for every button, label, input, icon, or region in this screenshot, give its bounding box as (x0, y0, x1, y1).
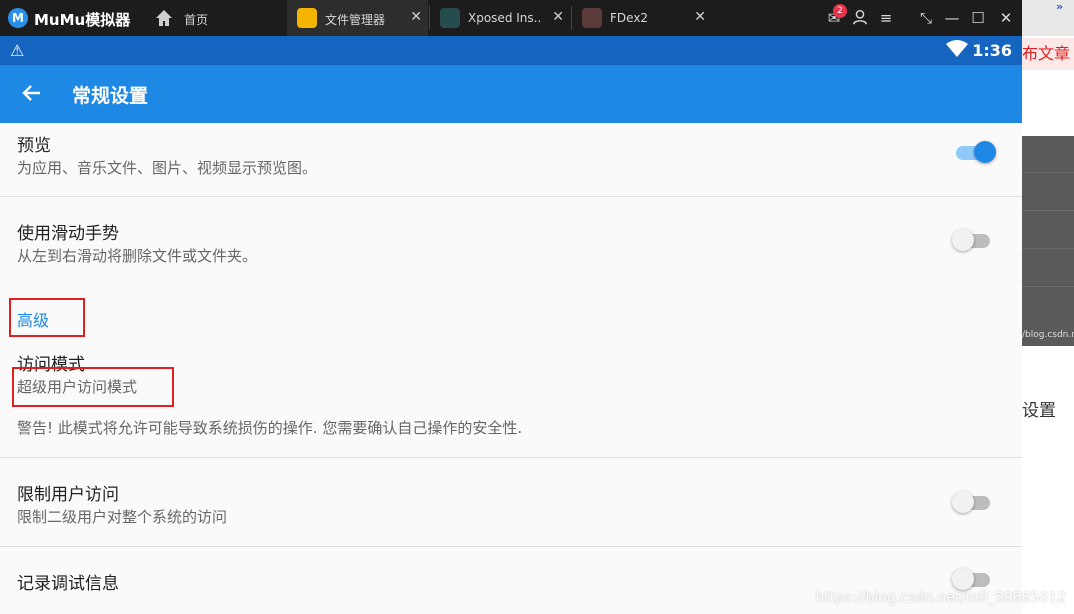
notification-badge: 2 (833, 4, 847, 18)
pref-title: 记录调试信息 (17, 574, 119, 594)
background-setting-text: 设置 (1022, 401, 1056, 421)
maximize-icon[interactable]: ☐ (968, 8, 988, 28)
shrink-icon[interactable]: ⤡ (916, 8, 936, 28)
tab-file-manager[interactable]: 文件管理器 ✕ (287, 0, 428, 36)
pref-title: 使用滑动手势 (17, 224, 119, 244)
publish-article-button[interactable]: 布文章 (1022, 38, 1074, 70)
settings-list: 预览 为应用、音乐文件、图片、视频显示预览图。 使用滑动手势 从左到右滑动将删除… (0, 123, 1022, 614)
xposed-icon (440, 8, 460, 28)
tab-label: 文件管理器 (325, 13, 386, 27)
back-arrow-icon[interactable] (20, 81, 44, 105)
chevron-double-icon[interactable]: » (1056, 0, 1063, 13)
mumu-logo-icon: M (8, 8, 28, 28)
pref-title: 限制用户访问 (17, 485, 119, 505)
android-status-bar: ⚠ 1:36 (0, 36, 1022, 65)
wifi-icon (946, 40, 968, 57)
background-window: » 布文章 /blog.csdn.ne 设置 (1022, 0, 1074, 614)
menu-icon[interactable]: ≡ (876, 8, 896, 28)
pref-subtitle: 从左到右滑动将删除文件或文件夹。 (17, 247, 258, 265)
highlight-box (9, 298, 85, 337)
access-mode-warning: 警告! 此模式将允许可能导致系统损伤的操作. 您需要确认自己操作的安全性. (17, 419, 523, 437)
pref-restrict-user-access[interactable]: 限制用户访问 限制二级用户对整个系统的访问 (0, 458, 1022, 546)
app-bar: 常规设置 (0, 65, 1022, 123)
close-tab-icon[interactable]: ✕ (410, 9, 422, 25)
background-image (1022, 136, 1074, 346)
background-url-text: /blog.csdn.ne (1022, 330, 1074, 340)
emulator-title-bar: M MuMu模拟器 首页 文件管理器 ✕ Xposed Ins.. ✕ FDex… (0, 0, 1022, 36)
swipe-toggle[interactable] (952, 227, 992, 253)
pref-title: 预览 (17, 136, 51, 156)
close-tab-icon[interactable]: ✕ (552, 9, 564, 25)
tab-label: 首页 (184, 13, 209, 27)
file-manager-icon (297, 8, 317, 28)
tab-fdex2[interactable]: FDex2 ✕ (572, 0, 712, 36)
pref-subtitle: 限制二级用户对整个系统的访问 (17, 508, 228, 526)
user-icon[interactable] (850, 8, 870, 28)
page-title: 常规设置 (72, 85, 149, 107)
restrict-access-toggle[interactable] (952, 489, 992, 515)
preview-toggle[interactable] (952, 139, 996, 165)
home-icon (156, 10, 172, 26)
warning-icon: ⚠ (10, 41, 25, 60)
close-icon[interactable]: ✕ (996, 8, 1016, 28)
pref-swipe-gesture[interactable]: 使用滑动手势 从左到右滑动将删除文件或文件夹。 (0, 197, 1022, 287)
tab-label: Xposed Ins.. (468, 11, 542, 25)
status-time: 1:36 (972, 41, 1012, 60)
emulator-brand: MuMu模拟器 (34, 11, 131, 29)
tab-home[interactable]: 首页 (146, 0, 286, 36)
background-map (1022, 0, 1074, 36)
minimize-icon[interactable]: — (942, 8, 962, 28)
watermark: https://blog.csdn.net/m0_50685012 (815, 590, 1066, 606)
highlight-box (12, 367, 174, 407)
tab-label: FDex2 (610, 11, 649, 25)
debug-log-toggle[interactable] (952, 566, 992, 592)
close-tab-icon[interactable]: ✕ (694, 9, 706, 25)
tab-xposed[interactable]: Xposed Ins.. ✕ (430, 0, 570, 36)
fdex2-icon (582, 8, 602, 28)
pref-preview[interactable]: 预览 为应用、音乐文件、图片、视频显示预览图。 (0, 123, 1022, 196)
pref-subtitle: 为应用、音乐文件、图片、视频显示预览图。 (17, 159, 318, 177)
